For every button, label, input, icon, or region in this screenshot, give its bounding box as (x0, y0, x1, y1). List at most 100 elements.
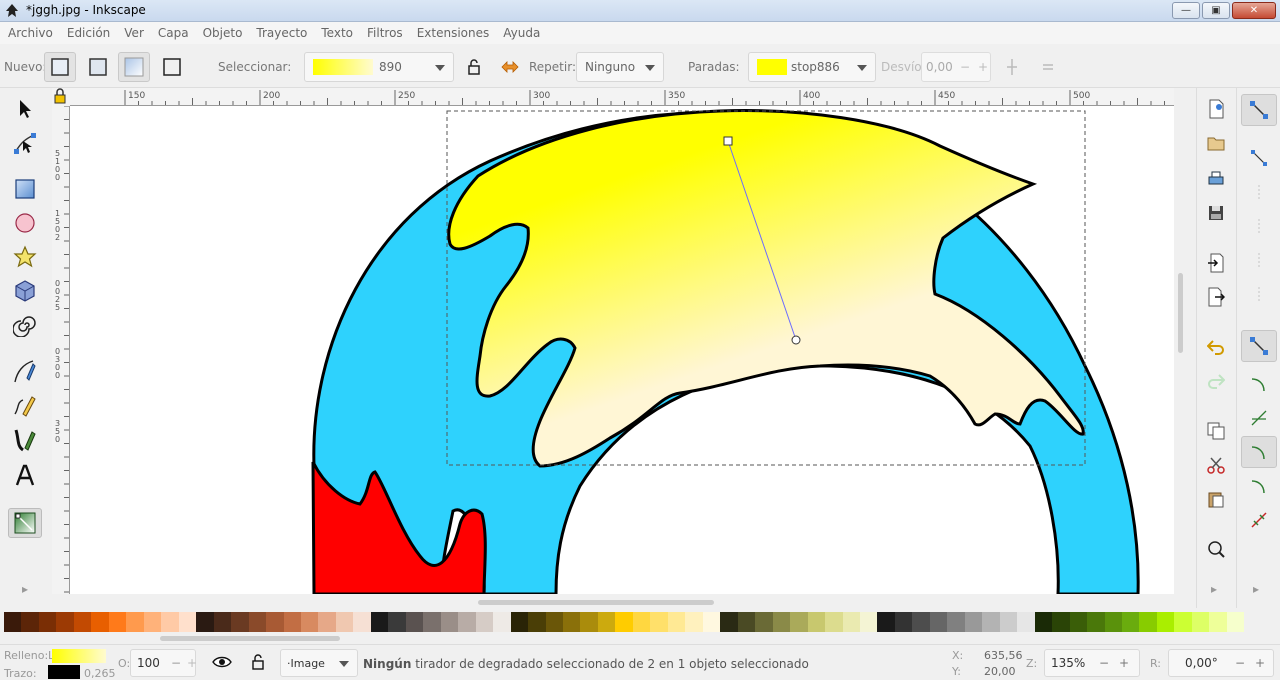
reverse-gradient-button[interactable] (494, 52, 526, 82)
gradient-end-handle[interactable] (791, 335, 801, 345)
toolbox-more-icon[interactable]: ▸ (22, 582, 28, 596)
selector-tool[interactable] (8, 94, 42, 124)
palette-swatch[interactable] (1156, 612, 1175, 632)
snap-midpoints-button[interactable] (1241, 504, 1277, 536)
palette-swatch[interactable] (1139, 612, 1157, 632)
snap-bbox-midpoints-button[interactable] (1241, 244, 1277, 276)
palette-swatch[interactable] (545, 612, 563, 632)
insert-stop-button[interactable] (996, 52, 1028, 82)
snap-more-icon[interactable]: ▸ (1253, 582, 1259, 596)
palette-swatch[interactable] (1191, 612, 1210, 632)
horizontal-scroll-thumb[interactable] (478, 600, 714, 605)
palette-swatch[interactable] (143, 612, 162, 632)
mesh-gradient-button[interactable] (118, 52, 150, 82)
palette-swatch[interactable] (353, 612, 371, 632)
maximize-button[interactable]: ▣ (1202, 2, 1230, 19)
star-tool[interactable] (8, 242, 42, 272)
palette-swatch[interactable] (335, 612, 354, 632)
palette-swatch[interactable] (178, 612, 197, 632)
cut-button[interactable] (1205, 454, 1227, 476)
zoom-button[interactable] (1205, 538, 1227, 560)
copy-button[interactable] (1205, 420, 1227, 442)
palette-swatch[interactable] (877, 612, 895, 632)
palette-swatch[interactable] (685, 612, 703, 632)
lock-gradient-button[interactable] (458, 52, 490, 82)
palette-swatch[interactable] (73, 612, 92, 632)
close-button[interactable]: ✕ (1232, 2, 1276, 19)
snap-paths-button[interactable] (1241, 368, 1277, 400)
palette-swatch[interactable] (632, 612, 651, 632)
offset-spinbox[interactable]: 0,00 − + (921, 52, 991, 82)
palette-swatch[interactable] (1104, 612, 1122, 632)
drawing-canvas[interactable] (70, 106, 1174, 594)
palette-swatch[interactable] (790, 612, 808, 632)
spiral-tool[interactable] (8, 310, 42, 340)
guide-lock-button[interactable] (52, 88, 70, 106)
gradient-tool[interactable] (8, 508, 42, 538)
palette-swatch[interactable] (912, 612, 930, 632)
palette-swatch[interactable] (126, 612, 144, 632)
stroke-indicator[interactable] (48, 665, 80, 679)
paste-button[interactable] (1205, 488, 1227, 510)
palette-swatch[interactable] (161, 612, 179, 632)
snap-intersections-button[interactable] (1241, 402, 1277, 434)
palette-swatch[interactable] (929, 612, 948, 632)
palette-swatch[interactable] (21, 612, 39, 632)
palette-swatch[interactable] (1122, 612, 1140, 632)
palette-swatch[interactable] (196, 612, 214, 632)
snap-cusp-nodes-button[interactable] (1241, 436, 1277, 468)
palette-swatch[interactable] (842, 612, 860, 632)
menu-trayecto[interactable]: Trayecto (256, 26, 307, 40)
snap-bbox-center-button[interactable] (1241, 278, 1277, 310)
stroke-target-button[interactable] (156, 52, 188, 82)
palette-swatch[interactable] (231, 612, 249, 632)
layer-lock-button[interactable] (250, 654, 266, 673)
palette-swatch[interactable] (1017, 612, 1035, 632)
palette-swatch[interactable] (772, 612, 791, 632)
snap-smooth-nodes-button[interactable] (1241, 470, 1277, 502)
palette-swatch[interactable] (91, 612, 109, 632)
palette-swatch[interactable] (423, 612, 441, 632)
snap-bbox-edges-button[interactable] (1241, 176, 1277, 208)
ellipse-tool[interactable] (8, 208, 42, 238)
palette-swatch[interactable] (458, 612, 476, 632)
palette-swatch[interactable] (1226, 612, 1245, 632)
palette-swatch[interactable] (667, 612, 686, 632)
palette-scroll-thumb[interactable] (160, 636, 340, 641)
palette-swatch[interactable] (964, 612, 983, 632)
snap-bbox-corners-button[interactable] (1241, 210, 1277, 242)
menu-archivo[interactable]: Archivo (8, 26, 53, 40)
stroke-width[interactable]: 0,265 (84, 667, 116, 680)
undo-button[interactable] (1205, 336, 1227, 358)
palette-swatch[interactable] (388, 612, 406, 632)
menu-ayuda[interactable]: Ayuda (503, 26, 540, 40)
minimize-button[interactable]: — (1172, 2, 1200, 19)
horizontal-scrollbar[interactable] (70, 594, 1174, 610)
palette-swatch[interactable] (1174, 612, 1192, 632)
palette-swatch[interactable] (1052, 612, 1070, 632)
palette-swatch[interactable] (440, 612, 459, 632)
palette-swatch[interactable] (528, 612, 546, 632)
radial-gradient-button[interactable] (82, 52, 114, 82)
palette-swatch[interactable] (405, 612, 424, 632)
new-document-button[interactable] (1205, 98, 1227, 120)
menu-capa[interactable]: Capa (158, 26, 189, 40)
menu-extensiones[interactable]: Extensiones (417, 26, 490, 40)
repeat-select[interactable]: Ninguno (576, 52, 664, 82)
palette-swatch[interactable] (266, 612, 284, 632)
palette-swatch[interactable] (720, 612, 738, 632)
palette-swatch[interactable] (894, 612, 913, 632)
palette-swatch[interactable] (947, 612, 965, 632)
palette-swatch[interactable] (755, 612, 773, 632)
palette-swatch[interactable] (1087, 612, 1105, 632)
redo-button[interactable] (1205, 370, 1227, 392)
opacity-spinbox[interactable]: 100 − + (130, 649, 197, 677)
palette-swatch[interactable] (825, 612, 843, 632)
palette-swatch[interactable] (108, 612, 127, 632)
palette-swatch[interactable] (1034, 612, 1053, 632)
commands-more-icon[interactable]: ▸ (1211, 582, 1217, 596)
gradient-start-handle[interactable] (723, 136, 733, 146)
vertical-scrollbar[interactable] (1174, 88, 1188, 594)
palette-swatch[interactable] (318, 612, 336, 632)
zoom-spinbox[interactable]: 135% − + (1044, 649, 1140, 677)
